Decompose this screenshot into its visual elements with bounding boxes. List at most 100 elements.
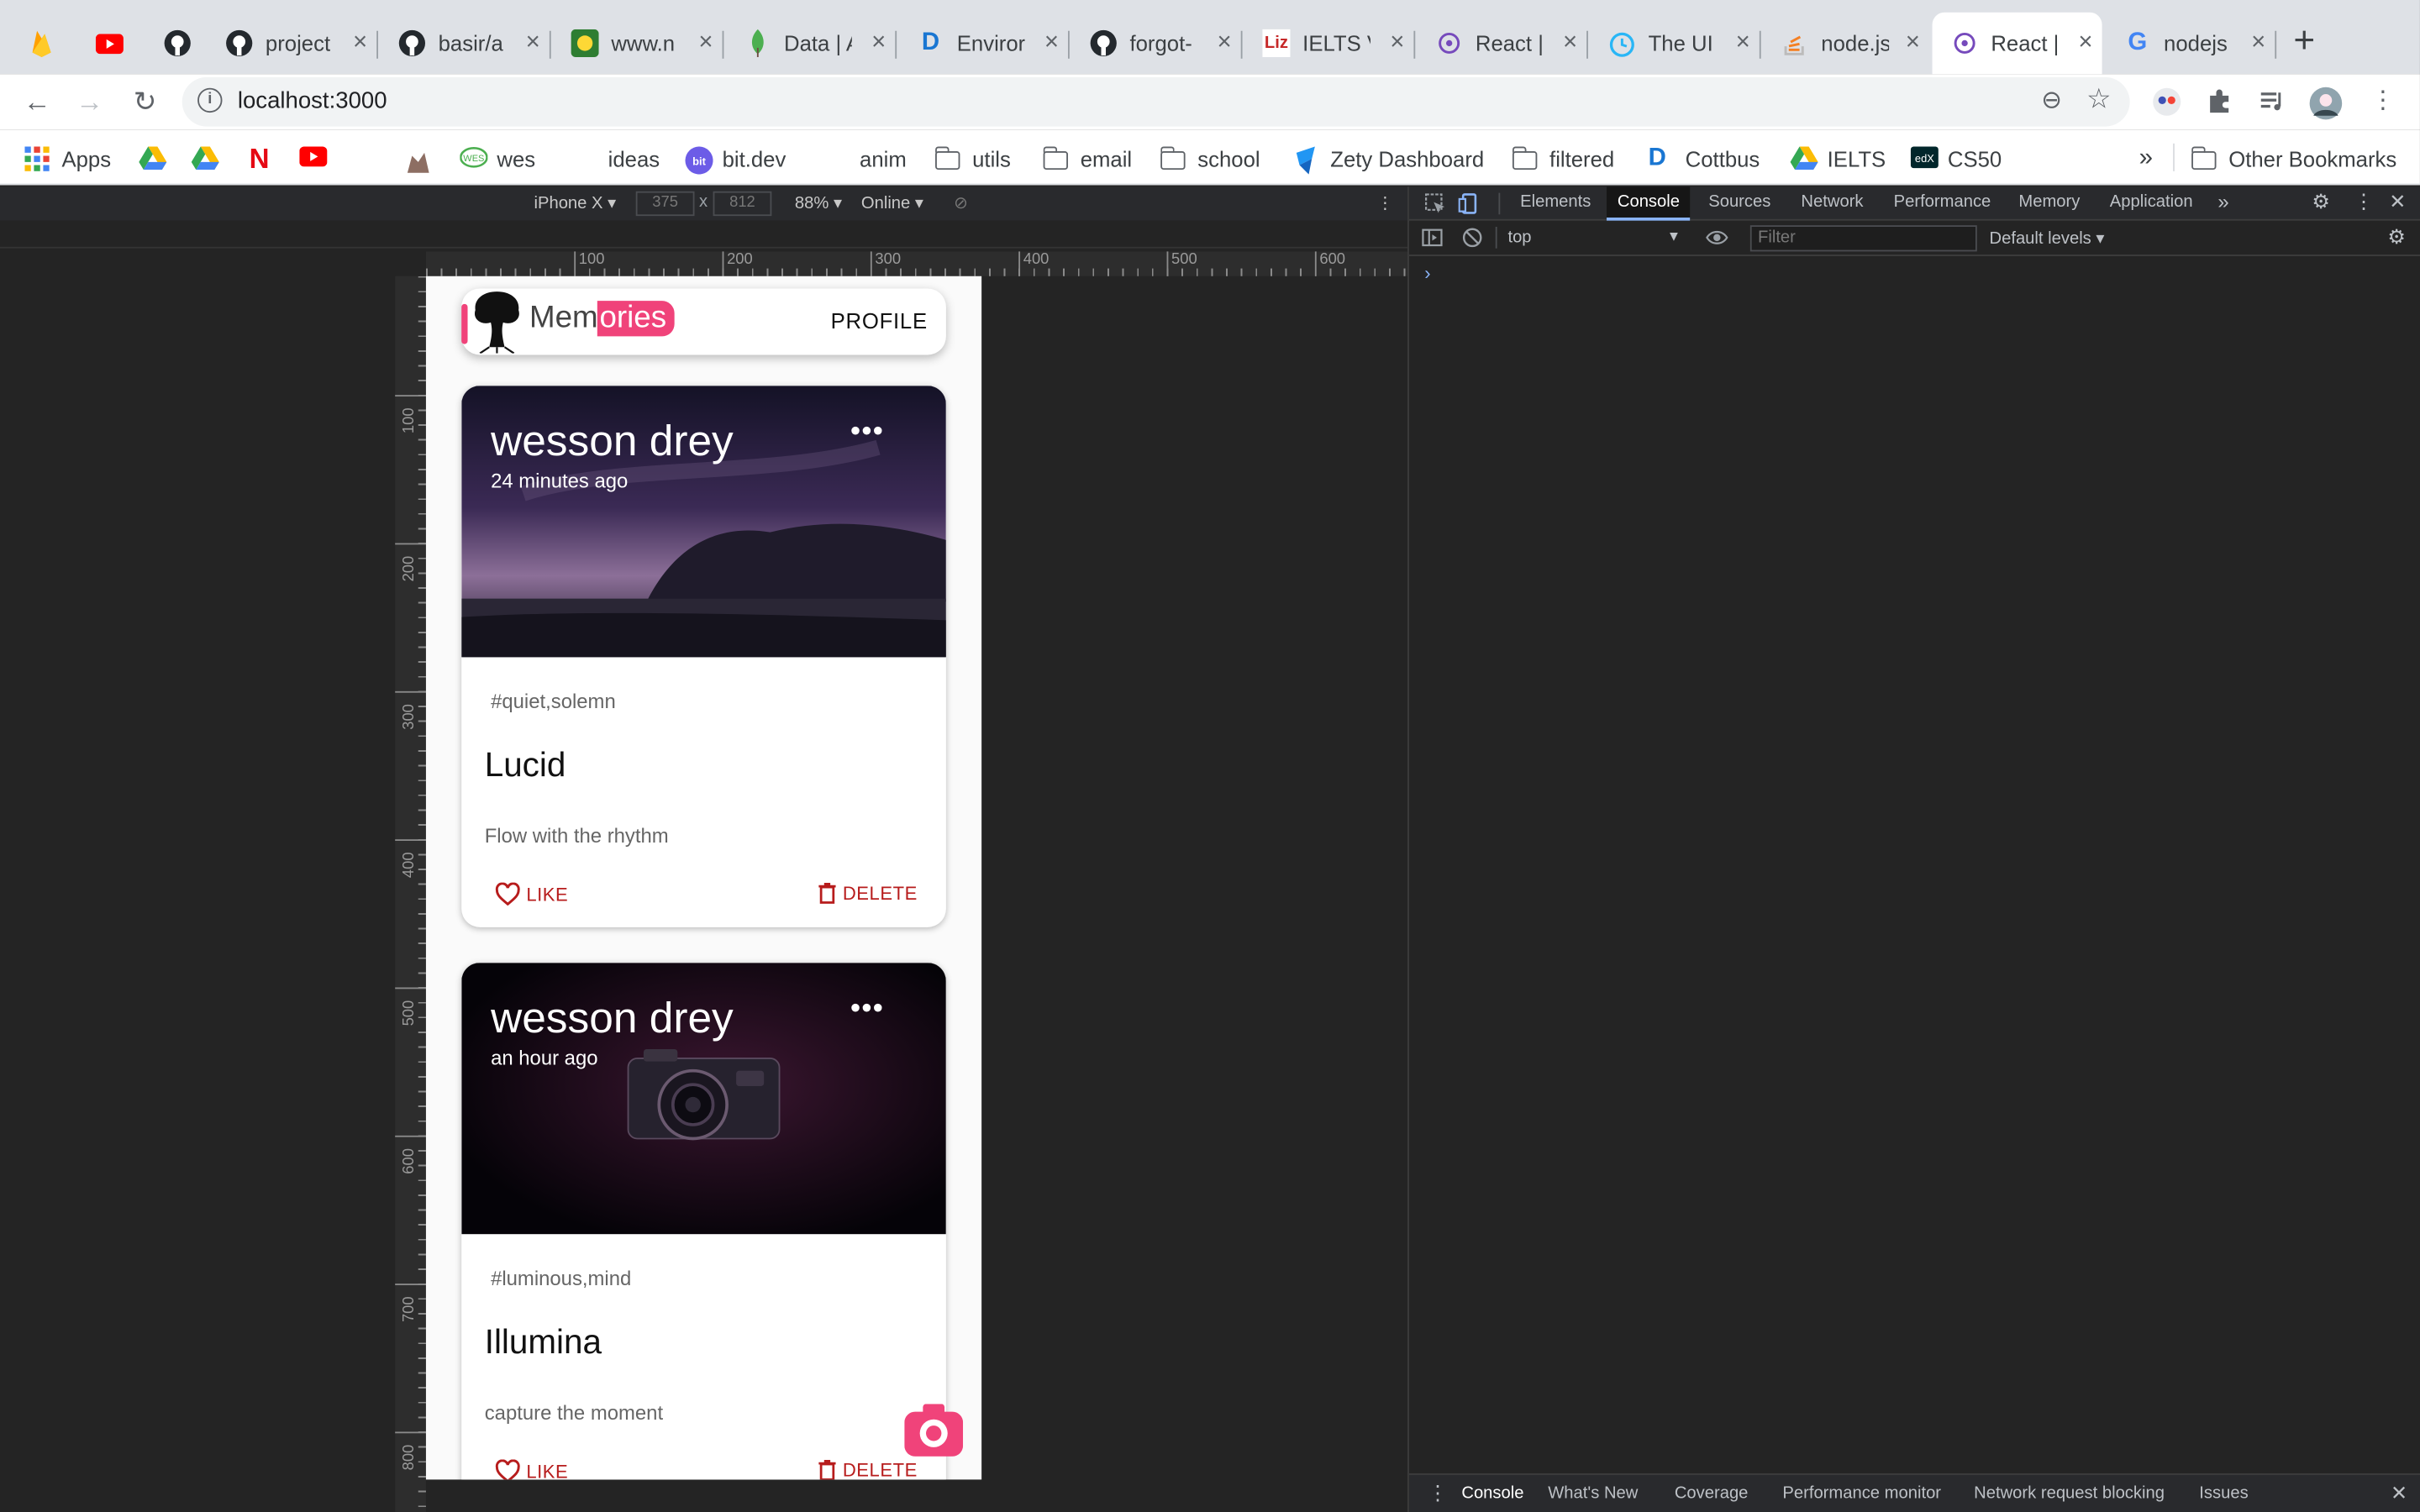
extensions-puzzle-icon[interactable] bbox=[2204, 87, 2235, 118]
tab-network[interactable]: Network bbox=[1801, 193, 1863, 212]
bookmark-cs50[interactable]: edX CS50 bbox=[1910, 144, 2002, 175]
browser-tab[interactable] bbox=[77, 13, 136, 74]
back-arrow-icon[interactable]: ← bbox=[18, 83, 55, 120]
bookmark-bit-dev[interactable]: bit bit.dev bbox=[685, 144, 786, 175]
rotate-icon[interactable]: ⊘ bbox=[954, 193, 968, 213]
url-text[interactable]: localhost:3000 bbox=[238, 88, 387, 114]
browser-tab[interactable]: React | × bbox=[1417, 13, 1588, 74]
device-toggle-icon[interactable] bbox=[1458, 193, 1481, 219]
address-bar[interactable]: i localhost:3000 ⊖ ☆ bbox=[182, 76, 2130, 127]
tab-sources[interactable]: Sources bbox=[1708, 193, 1770, 212]
tab-performance[interactable]: Performance bbox=[1894, 193, 1991, 212]
tab-console[interactable]: Console bbox=[1607, 186, 1691, 221]
close-icon[interactable]: × bbox=[1906, 29, 1920, 57]
bookmark-apps[interactable]: Apps bbox=[24, 144, 111, 175]
bookmark-netflix[interactable]: N bbox=[247, 144, 284, 175]
like-button[interactable]: LIKE bbox=[495, 1459, 569, 1480]
device-select[interactable]: iPhone X ▾ bbox=[534, 193, 616, 213]
close-icon[interactable]: × bbox=[1390, 29, 1404, 57]
brand-title[interactable]: Mem ories bbox=[529, 301, 675, 337]
close-icon[interactable]: × bbox=[1218, 29, 1232, 57]
bookmark-drive[interactable] bbox=[139, 144, 176, 175]
media-control-icon[interactable] bbox=[2256, 87, 2287, 118]
close-icon[interactable]: × bbox=[526, 29, 540, 57]
more-options-icon[interactable]: ⋮ bbox=[1376, 193, 1393, 213]
close-icon[interactable]: × bbox=[698, 29, 713, 57]
bookmark-youtube[interactable] bbox=[299, 144, 336, 175]
close-icon[interactable]: × bbox=[1563, 29, 1577, 57]
info-icon[interactable]: i bbox=[197, 87, 223, 113]
kebab-menu-icon[interactable]: ⋮ bbox=[2367, 87, 2398, 118]
browser-tab[interactable] bbox=[145, 13, 201, 74]
throttle-select[interactable]: Online ▾ bbox=[861, 193, 923, 213]
browser-tab-active[interactable]: React | × bbox=[1932, 12, 2102, 75]
bookmark-anim[interactable]: anim bbox=[860, 144, 907, 175]
browser-tab[interactable]: The UI × bbox=[1590, 13, 1761, 74]
profile-avatar[interactable] bbox=[2309, 87, 2343, 120]
like-button[interactable]: LIKE bbox=[495, 882, 569, 906]
forward-arrow-icon[interactable]: → bbox=[71, 83, 108, 120]
close-drawer-icon[interactable]: ✕ bbox=[2391, 1481, 2407, 1505]
reload-icon[interactable]: ↻ bbox=[127, 83, 164, 120]
bookmark-folder-email[interactable]: email bbox=[1042, 144, 1132, 175]
close-icon[interactable]: × bbox=[1044, 29, 1059, 57]
browser-tab[interactable]: project × bbox=[207, 13, 378, 74]
browser-tab[interactable]: G nodejs × bbox=[2105, 13, 2277, 74]
kebab-menu-icon[interactable]: ⋮ bbox=[2354, 190, 2374, 214]
delete-button[interactable]: DELETE bbox=[818, 1460, 917, 1480]
browser-tab[interactable]: Data | A × bbox=[725, 13, 897, 74]
tab-memory[interactable]: Memory bbox=[2018, 193, 2080, 212]
zoom-select[interactable]: 88% ▾ bbox=[795, 193, 842, 213]
close-icon[interactable]: ✕ bbox=[2389, 190, 2406, 214]
close-icon[interactable]: × bbox=[2251, 29, 2265, 57]
extension-avatar-icon[interactable] bbox=[2151, 87, 2182, 118]
drawer-tab-coverage[interactable]: Coverage bbox=[1675, 1484, 1749, 1503]
height-input[interactable]: 812 bbox=[713, 191, 772, 217]
bookmark-drive[interactable] bbox=[191, 144, 229, 175]
browser-tab[interactable]: www.n × bbox=[553, 13, 724, 74]
bookmark-wes[interactable]: WES wes bbox=[459, 144, 535, 175]
browser-tab[interactable]: D Enviror × bbox=[898, 13, 1070, 74]
zoom-out-icon[interactable]: ⊖ bbox=[2041, 85, 2062, 116]
drawer-menu-icon[interactable]: ⋮ bbox=[1428, 1481, 1448, 1505]
clear-console-icon[interactable] bbox=[1461, 227, 1483, 253]
bookmark-zety[interactable]: Zety Dashboard bbox=[1293, 144, 1484, 175]
width-input[interactable]: 375 bbox=[635, 191, 695, 217]
delete-button[interactable]: DELETE bbox=[818, 883, 917, 904]
browser-tab[interactable]: node.js × bbox=[1763, 13, 1929, 74]
bookmark-folder-utils[interactable]: utils bbox=[934, 144, 1011, 175]
close-icon[interactable]: × bbox=[2078, 29, 2092, 57]
console-prompt[interactable]: › bbox=[1424, 262, 1430, 284]
bookmark-cottbus[interactable]: D Cottbus bbox=[1649, 144, 1760, 175]
bookmarks-overflow-button[interactable]: » bbox=[2139, 144, 2153, 175]
drawer-tab-whats-new[interactable]: What's New bbox=[1548, 1484, 1638, 1503]
drawer-tab-issues[interactable]: Issues bbox=[2199, 1484, 2248, 1503]
log-levels-select[interactable]: Default levels ▾ bbox=[1990, 228, 2105, 249]
bookmark-ideas[interactable]: ideas bbox=[608, 144, 660, 175]
eye-icon[interactable] bbox=[1706, 227, 1729, 253]
sidebar-toggle-icon[interactable] bbox=[1422, 227, 1444, 253]
bookmark-folder-filtered[interactable]: filtered bbox=[1512, 144, 1614, 175]
inspect-element-icon[interactable] bbox=[1424, 193, 1446, 219]
profile-button[interactable]: PROFILE bbox=[831, 308, 928, 333]
drawer-tab-console[interactable]: Console bbox=[1461, 1484, 1523, 1503]
browser-tab[interactable]: basir/a × bbox=[380, 13, 551, 74]
new-tab-plus-icon[interactable]: + bbox=[2293, 21, 2315, 62]
close-icon[interactable]: × bbox=[871, 29, 886, 57]
tab-application[interactable]: Application bbox=[2110, 193, 2193, 212]
bookmark-other-bookmarks[interactable]: Other Bookmarks bbox=[2191, 144, 2396, 175]
browser-tab[interactable]: forgot- × bbox=[1071, 13, 1243, 74]
drawer-tab-performance-monitor[interactable]: Performance monitor bbox=[1782, 1484, 1941, 1503]
more-horiz-icon[interactable]: ••• bbox=[850, 994, 884, 1021]
bookmark-star-icon[interactable]: ☆ bbox=[2086, 83, 2112, 116]
close-icon[interactable]: × bbox=[1736, 29, 1750, 57]
more-horiz-icon[interactable]: ••• bbox=[850, 417, 884, 444]
settings-gear-icon[interactable]: ⚙ bbox=[2312, 190, 2329, 214]
console-filter-input[interactable]: Filter bbox=[1749, 225, 1977, 252]
console-settings-gear-icon[interactable]: ⚙ bbox=[2387, 225, 2405, 249]
more-tabs-icon[interactable]: » bbox=[2217, 190, 2228, 213]
camera-icon[interactable] bbox=[904, 1404, 964, 1457]
bookmark-castle[interactable] bbox=[404, 144, 441, 175]
context-select[interactable]: top ▼ bbox=[1507, 228, 1681, 247]
browser-tab[interactable] bbox=[9, 13, 68, 74]
